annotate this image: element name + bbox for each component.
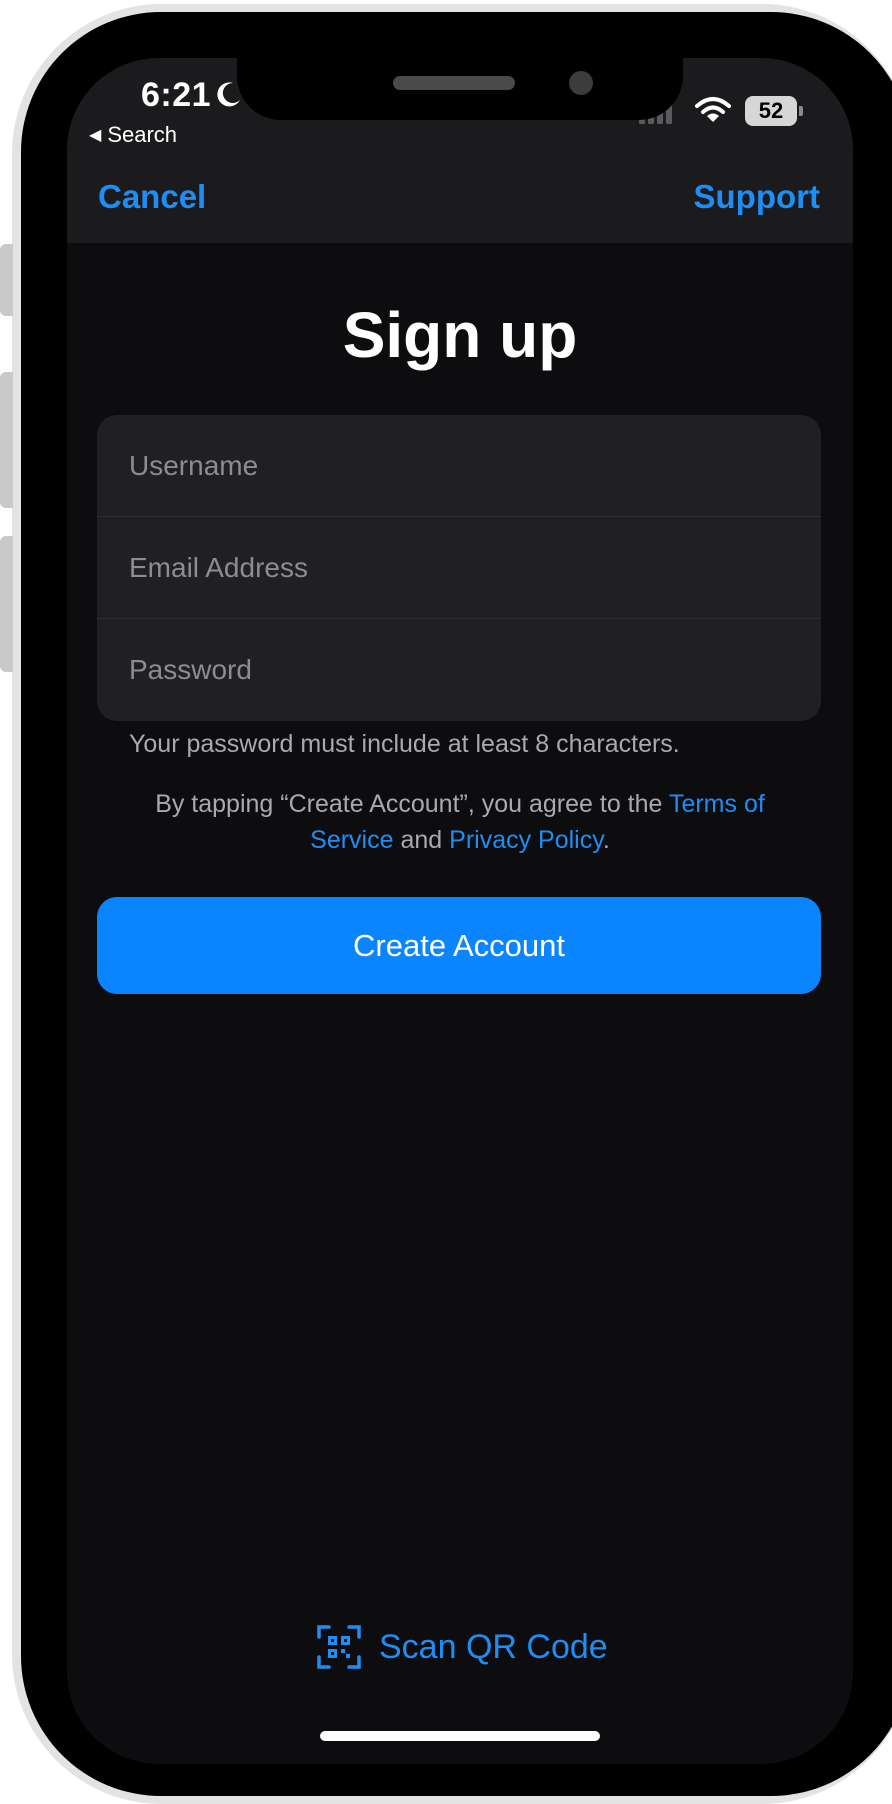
page-title: Sign up	[342, 299, 578, 371]
terms-suffix: .	[602, 826, 610, 854]
create-account-button[interactable]: Create Account	[97, 897, 821, 994]
wifi-icon	[695, 97, 731, 122]
password-field[interactable]: Password	[97, 619, 821, 721]
cancel-button[interactable]: Cancel	[98, 178, 206, 216]
terms-prefix: By tapping “Create Account”, you agree t…	[155, 790, 669, 818]
camera	[569, 71, 593, 95]
screen: 6:21 ◀ Search 52 Cancel Support Sign up U…	[67, 58, 853, 1764]
email-field[interactable]: Email Address	[97, 517, 821, 619]
signup-form: Username Email Address Password	[97, 415, 821, 721]
password-hint: Your password must include at least 8 ch…	[129, 730, 680, 758]
volume-up-button	[0, 372, 13, 508]
support-button[interactable]: Support	[694, 178, 820, 216]
battery-tip	[799, 106, 803, 116]
back-search-label: Search	[107, 122, 178, 147]
volume-down-button	[0, 536, 13, 672]
notch	[237, 58, 683, 120]
username-field[interactable]: Username	[97, 415, 821, 517]
back-triangle-icon: ◀	[89, 127, 102, 144]
silent-switch	[0, 244, 13, 316]
scan-qr-label: Scan QR Code	[379, 1627, 608, 1666]
terms-text: By tapping “Create Account”, you agree t…	[127, 786, 793, 858]
terms-conjunction: and	[393, 826, 450, 854]
scan-qr-code-button[interactable]: Scan QR Code	[317, 1622, 608, 1672]
home-indicator[interactable]	[320, 1731, 600, 1741]
qr-code-icon	[317, 1625, 361, 1669]
privacy-policy-link[interactable]: Privacy Policy	[449, 826, 603, 854]
back-to-search-button[interactable]: ◀ Search	[89, 122, 177, 148]
status-time: 6:21	[141, 76, 212, 114]
speaker	[393, 76, 515, 90]
battery-icon: 52	[745, 96, 797, 126]
